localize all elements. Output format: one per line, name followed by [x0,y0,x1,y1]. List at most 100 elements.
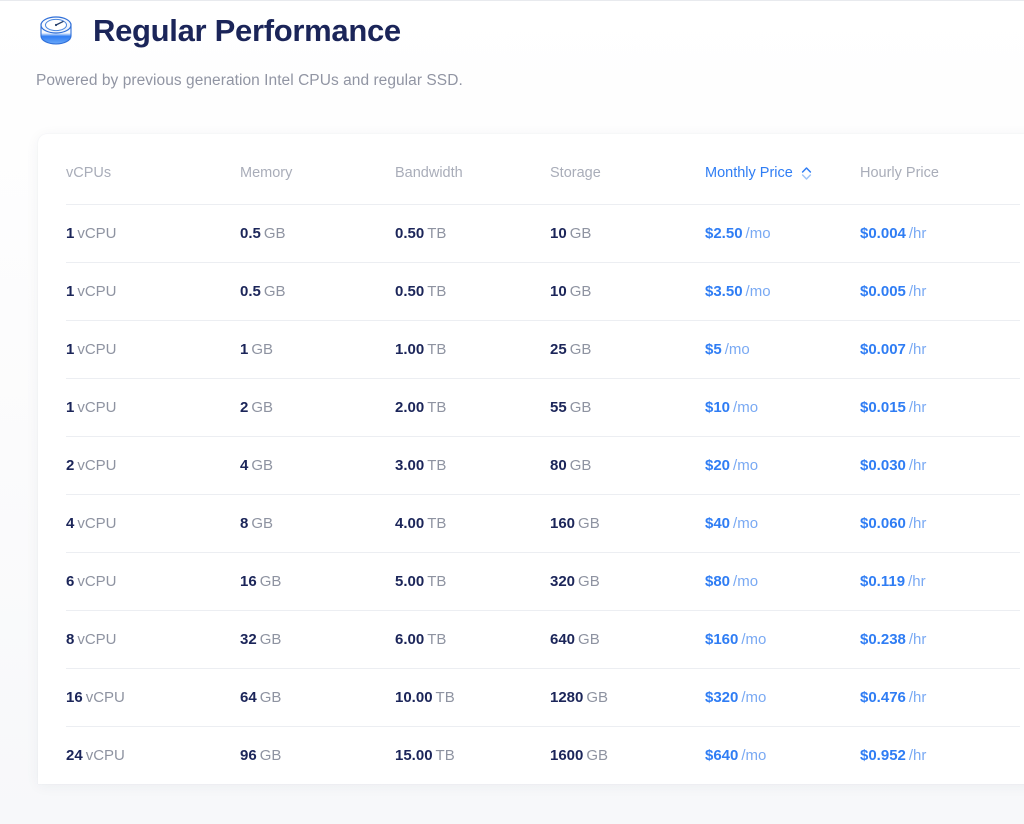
cell-bandwidth-unit: TB [427,457,447,474]
cell-hourly-unit: /hr [908,399,927,416]
cell-bandwidth-value: 0.50 [395,225,425,242]
cell-memory: 0.5 GB [240,204,395,263]
cell-hourly-value: $0.476 [860,689,906,706]
cell-monthly: $10/mo [705,378,860,437]
cell-bandwidth: 2.00 TB [395,378,550,437]
sort-chevrons-icon[interactable] [801,166,812,181]
table-row[interactable]: 16 vCPU 64 GB 10.00 TB 1280 GB $320/mo $0.476/hr [66,668,1020,727]
cell-vcpus-value: 4 [66,515,75,532]
cell-storage-value: 25 [550,341,567,358]
cell-monthly-unit: /mo [724,341,750,358]
table-row[interactable]: 1 vCPU 0.5 GB 0.50 TB 10 GB $2.50/mo $0.004/hr [66,204,1020,263]
cell-memory: 64 GB [240,668,395,727]
cell-memory: 16 GB [240,552,395,611]
table-header: vCPUs Memory Bandwidth Storage Monthly Price… [66,134,1020,205]
table-row[interactable]: 1 vCPU 2 GB 2.00 TB 55 GB $10/mo $0.015/hr [66,378,1020,437]
cell-storage-unit: GB [578,515,600,532]
cell-bandwidth-value: 0.50 [395,283,425,300]
cell-vcpus-unit: vCPU [77,573,117,590]
cell-memory-value: 8 [240,515,249,532]
table-row[interactable]: 8 vCPU 32 GB 6.00 TB 640 GB $160/mo $0.238/hr [66,610,1020,669]
table-row[interactable]: 4 vCPU 8 GB 4.00 TB 160 GB $40/mo $0.060/hr [66,494,1020,553]
cell-hourly: $0.004/hr [860,204,1020,263]
cell-vcpus: 8 vCPU [66,610,240,669]
cell-memory-unit: GB [259,573,282,590]
column-header-monthly[interactable]: Monthly Price [705,134,860,205]
table-row[interactable]: 2 vCPU 4 GB 3.00 TB 80 GB $20/mo $0.030/hr [66,436,1020,495]
cell-bandwidth-value: 10.00 [395,689,433,706]
column-header-inner: Monthly Price [705,165,812,181]
cell-monthly: $2.50/mo [705,204,860,263]
cell-hourly-unit: /hr [908,457,927,474]
cell-storage-unit: GB [569,225,592,242]
cell-hourly-value: $0.015 [860,399,906,416]
table-row[interactable]: 1 vCPU 1 GB 1.00 TB 25 GB $5/mo $0.007/hr [66,320,1020,379]
cell-storage-unit: GB [569,341,592,358]
cell-vcpus-value: 2 [66,457,75,474]
cell-bandwidth: 10.00 TB [395,668,550,727]
cell-hourly-value: $0.952 [860,747,906,764]
cell-bandwidth-unit: TB [435,689,455,706]
table-row[interactable]: 6 vCPU 16 GB 5.00 TB 320 GB $80/mo $0.119/hr [66,552,1020,611]
cell-hourly-unit: /hr [908,747,927,764]
cell-memory-value: 96 [240,747,257,764]
cell-memory: 8 GB [240,494,395,553]
cell-monthly: $320/mo [705,668,860,727]
cell-monthly: $5/mo [705,320,860,379]
column-header-hourly[interactable]: Hourly Price [860,134,1020,205]
cell-vcpus-unit: vCPU [85,747,125,764]
cell-vcpus-unit: vCPU [77,341,117,358]
cell-vcpus-unit: vCPU [77,457,117,474]
column-header-inner: Bandwidth [395,165,463,181]
cell-memory: 96 GB [240,726,395,784]
cell-memory: 0.5 GB [240,262,395,321]
cell-bandwidth-value: 6.00 [395,631,425,648]
cell-bandwidth: 0.50 TB [395,204,550,263]
cell-memory-value: 4 [240,457,249,474]
cell-storage-value: 640 [550,631,576,648]
cell-hourly-unit: /hr [908,631,927,648]
cell-vcpus: 1 vCPU [66,378,240,437]
cell-bandwidth-unit: TB [427,341,447,358]
column-header-inner: Memory [240,165,292,181]
disk-performance-icon [36,10,76,50]
cell-bandwidth-value: 1.00 [395,341,425,358]
column-header-memory[interactable]: Memory [240,134,395,205]
cell-memory-unit: GB [251,341,274,358]
cell-memory-unit: GB [259,631,282,648]
top-divider [0,0,1024,1]
cell-hourly-unit: /hr [908,515,927,532]
cell-memory-unit: GB [251,457,274,474]
column-header-bandwidth[interactable]: Bandwidth [395,134,550,205]
cell-vcpus-unit: vCPU [77,225,117,242]
pricing-page: Regular Performance Powered by previous … [0,0,1024,824]
cell-bandwidth-value: 4.00 [395,515,425,532]
cell-memory-value: 1 [240,341,249,358]
page-title: Regular Performance [93,12,401,48]
cell-vcpus-unit: vCPU [77,283,117,300]
table-row[interactable]: 24 vCPU 96 GB 15.00 TB 1600 GB $640/mo $0.952/hr [66,726,1020,784]
column-header-vcpus[interactable]: vCPUs [66,134,240,205]
cell-monthly-unit: /mo [733,457,759,474]
cell-storage: 1600 GB [550,726,705,784]
table-row[interactable]: 1 vCPU 0.5 GB 0.50 TB 10 GB $3.50/mo $0.005/hr [66,262,1020,321]
cell-bandwidth-unit: TB [427,225,447,242]
cell-hourly-value: $0.005 [860,283,906,300]
cell-vcpus: 2 vCPU [66,436,240,495]
cell-storage-unit: GB [569,399,592,416]
cell-vcpus-unit: vCPU [85,689,125,706]
cell-monthly-value: $40 [705,515,731,532]
cell-vcpus-value: 16 [66,689,83,706]
cell-storage: 160 GB [550,494,705,553]
cell-monthly-unit: /mo [745,283,771,300]
cell-hourly: $0.119/hr [860,552,1020,611]
cell-monthly-unit: /mo [745,225,771,242]
cell-bandwidth-unit: TB [427,515,447,532]
column-header-label: Bandwidth [395,165,463,181]
column-header-storage[interactable]: Storage [550,134,705,205]
cell-bandwidth-unit: TB [427,631,447,648]
column-header-inner: vCPUs [66,165,111,181]
cell-monthly-value: $10 [705,399,731,416]
cell-monthly: $20/mo [705,436,860,495]
cell-monthly-unit: /mo [733,515,759,532]
